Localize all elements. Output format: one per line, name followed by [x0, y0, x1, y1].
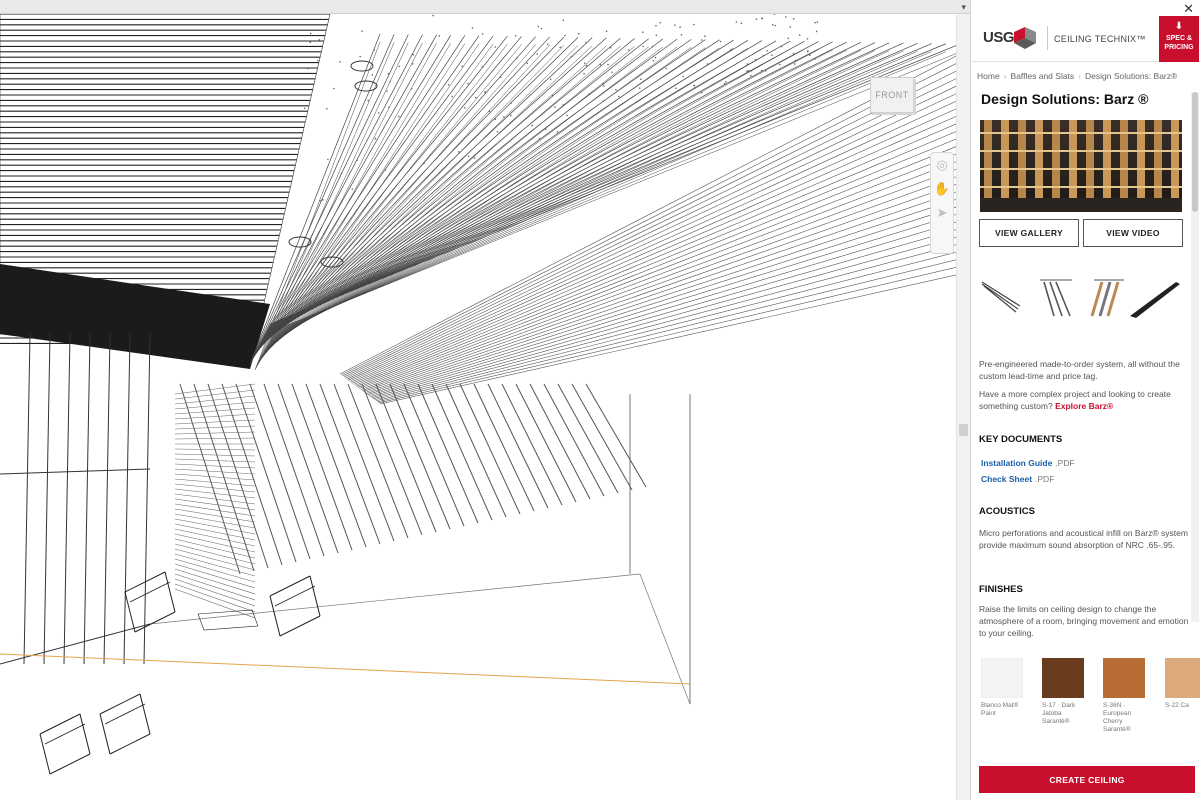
swatch[interactable]: S-36N · European Cherry Saranté®: [1103, 658, 1145, 732]
explore-barz-link[interactable]: Explore Barz®: [1055, 401, 1113, 411]
key-documents-heading: KEY DOCUMENTS: [979, 434, 1062, 445]
variant-2[interactable]: [1040, 280, 1072, 316]
swatch-label: S-36N · European Cherry Saranté®: [1103, 702, 1145, 732]
finishes-text: Raise the limits on ceiling design to ch…: [979, 603, 1189, 639]
swatch-chip-4: [1165, 658, 1200, 698]
viewcube-label: FRONT: [875, 90, 909, 100]
variant-3[interactable]: [1092, 280, 1124, 316]
pan-icon[interactable]: ✋: [931, 177, 953, 201]
swatch[interactable]: S-17 · Dark Jatoba Saranté®: [1042, 658, 1084, 726]
panel-scroll-thumb[interactable]: [1192, 92, 1198, 212]
swatch-chip-blanco: [981, 658, 1023, 698]
file-ext: .PDF: [1035, 474, 1054, 484]
swatch[interactable]: Blanco Mat® Paint: [981, 658, 1023, 718]
usg-cube-icon: [1012, 26, 1038, 50]
document-item: Installation Guide .PDF: [981, 458, 1075, 468]
variant-1[interactable]: [982, 282, 1020, 312]
view-gallery-button[interactable]: VIEW GALLERY: [979, 219, 1079, 247]
document-item: Check Sheet .PDF: [981, 474, 1054, 484]
swatch-label: S-17 · Dark Jatoba Saranté®: [1042, 702, 1084, 726]
breadcrumb: Home › Baffles and Slats › Design Solutions:…: [977, 71, 1177, 81]
panel-content: Design Solutions: Barz ® VIEW GALLERY VI…: [971, 86, 1200, 754]
create-ceiling-button[interactable]: CREATE CEILING: [979, 766, 1195, 793]
media-buttons: VIEW GALLERY VIEW VIDEO: [979, 219, 1183, 247]
swatch-label: S-22 Ca: [1165, 702, 1200, 710]
ceiling-line-drawing: [0, 14, 956, 800]
panel-scrollbar[interactable]: [1191, 92, 1199, 622]
breadcrumb-home[interactable]: Home: [977, 71, 1000, 81]
usg-logo: USG: [983, 29, 1014, 46]
barz-photo: [980, 120, 1182, 212]
finish-swatches: Blanco Mat® Paint S-17 · Dark Jatoba Sar…: [979, 658, 1200, 732]
view-video-button[interactable]: VIEW VIDEO: [1083, 219, 1183, 247]
spec-pricing-label: SPEC & PRICING: [1164, 35, 1193, 51]
logo-divider: [1047, 26, 1048, 50]
chevron-right-icon: ›: [1078, 71, 1081, 81]
acoustics-text: Micro perforations and acoustical infill…: [979, 527, 1189, 551]
spec-pricing-button[interactable]: ⬇ SPEC & PRICING: [1159, 16, 1199, 62]
variant-4[interactable]: [1130, 282, 1180, 318]
viewport-scrollbar[interactable]: [956, 14, 970, 800]
chevron-down-icon[interactable]: ▾: [961, 0, 966, 14]
panel-header: USG CEILING TECHNIX™ ⬇ SPEC & PRICING: [971, 16, 1200, 62]
breadcrumb-current: Design Solutions: Barz®: [1085, 71, 1177, 81]
download-icon: ⬇: [1159, 22, 1199, 32]
page-title: Design Solutions: Barz ®: [981, 91, 1148, 107]
finishes-heading: FINISHES: [979, 584, 1023, 595]
orbit-icon[interactable]: ◎: [931, 153, 953, 177]
check-sheet-link[interactable]: Check Sheet: [981, 474, 1032, 484]
scroll-thumb[interactable]: [959, 424, 968, 436]
ceiling-technix-logo: CEILING TECHNIX™: [1054, 34, 1146, 44]
3d-viewport[interactable]: FRONT ◎ ✋ ➤: [0, 14, 956, 800]
swatch[interactable]: S-22 Ca: [1165, 658, 1200, 710]
swatch-label: Blanco Mat® Paint: [981, 702, 1023, 718]
swatch-chip-cherry: [1103, 658, 1145, 698]
walk-icon[interactable]: ➤: [931, 201, 953, 225]
product-variant-thumbnails: [980, 276, 1184, 324]
toolbar-strip: ▾: [0, 0, 970, 14]
acoustics-heading: ACOUSTICS: [979, 506, 1035, 517]
breadcrumb-baffles[interactable]: Baffles and Slats: [1011, 71, 1075, 81]
side-panel: ✕ USG CEILING TECHNIX™ ⬇ SPEC & PRICING …: [970, 0, 1200, 800]
chevron-right-icon: ›: [1004, 71, 1007, 81]
description: Pre-engineered made-to-order system, all…: [979, 358, 1189, 418]
product-hero-image[interactable]: [980, 120, 1182, 212]
intro-text-2: Have a more complex project and looking …: [979, 388, 1189, 412]
file-ext: .PDF: [1055, 458, 1074, 468]
navigation-bar: ◎ ✋ ➤: [930, 152, 954, 254]
installation-guide-link[interactable]: Installation Guide: [981, 458, 1052, 468]
swatch-chip-jatoba: [1042, 658, 1084, 698]
viewcube[interactable]: FRONT: [870, 77, 914, 113]
close-icon[interactable]: ✕: [1183, 1, 1194, 17]
intro-text: Pre-engineered made-to-order system, all…: [979, 358, 1189, 382]
